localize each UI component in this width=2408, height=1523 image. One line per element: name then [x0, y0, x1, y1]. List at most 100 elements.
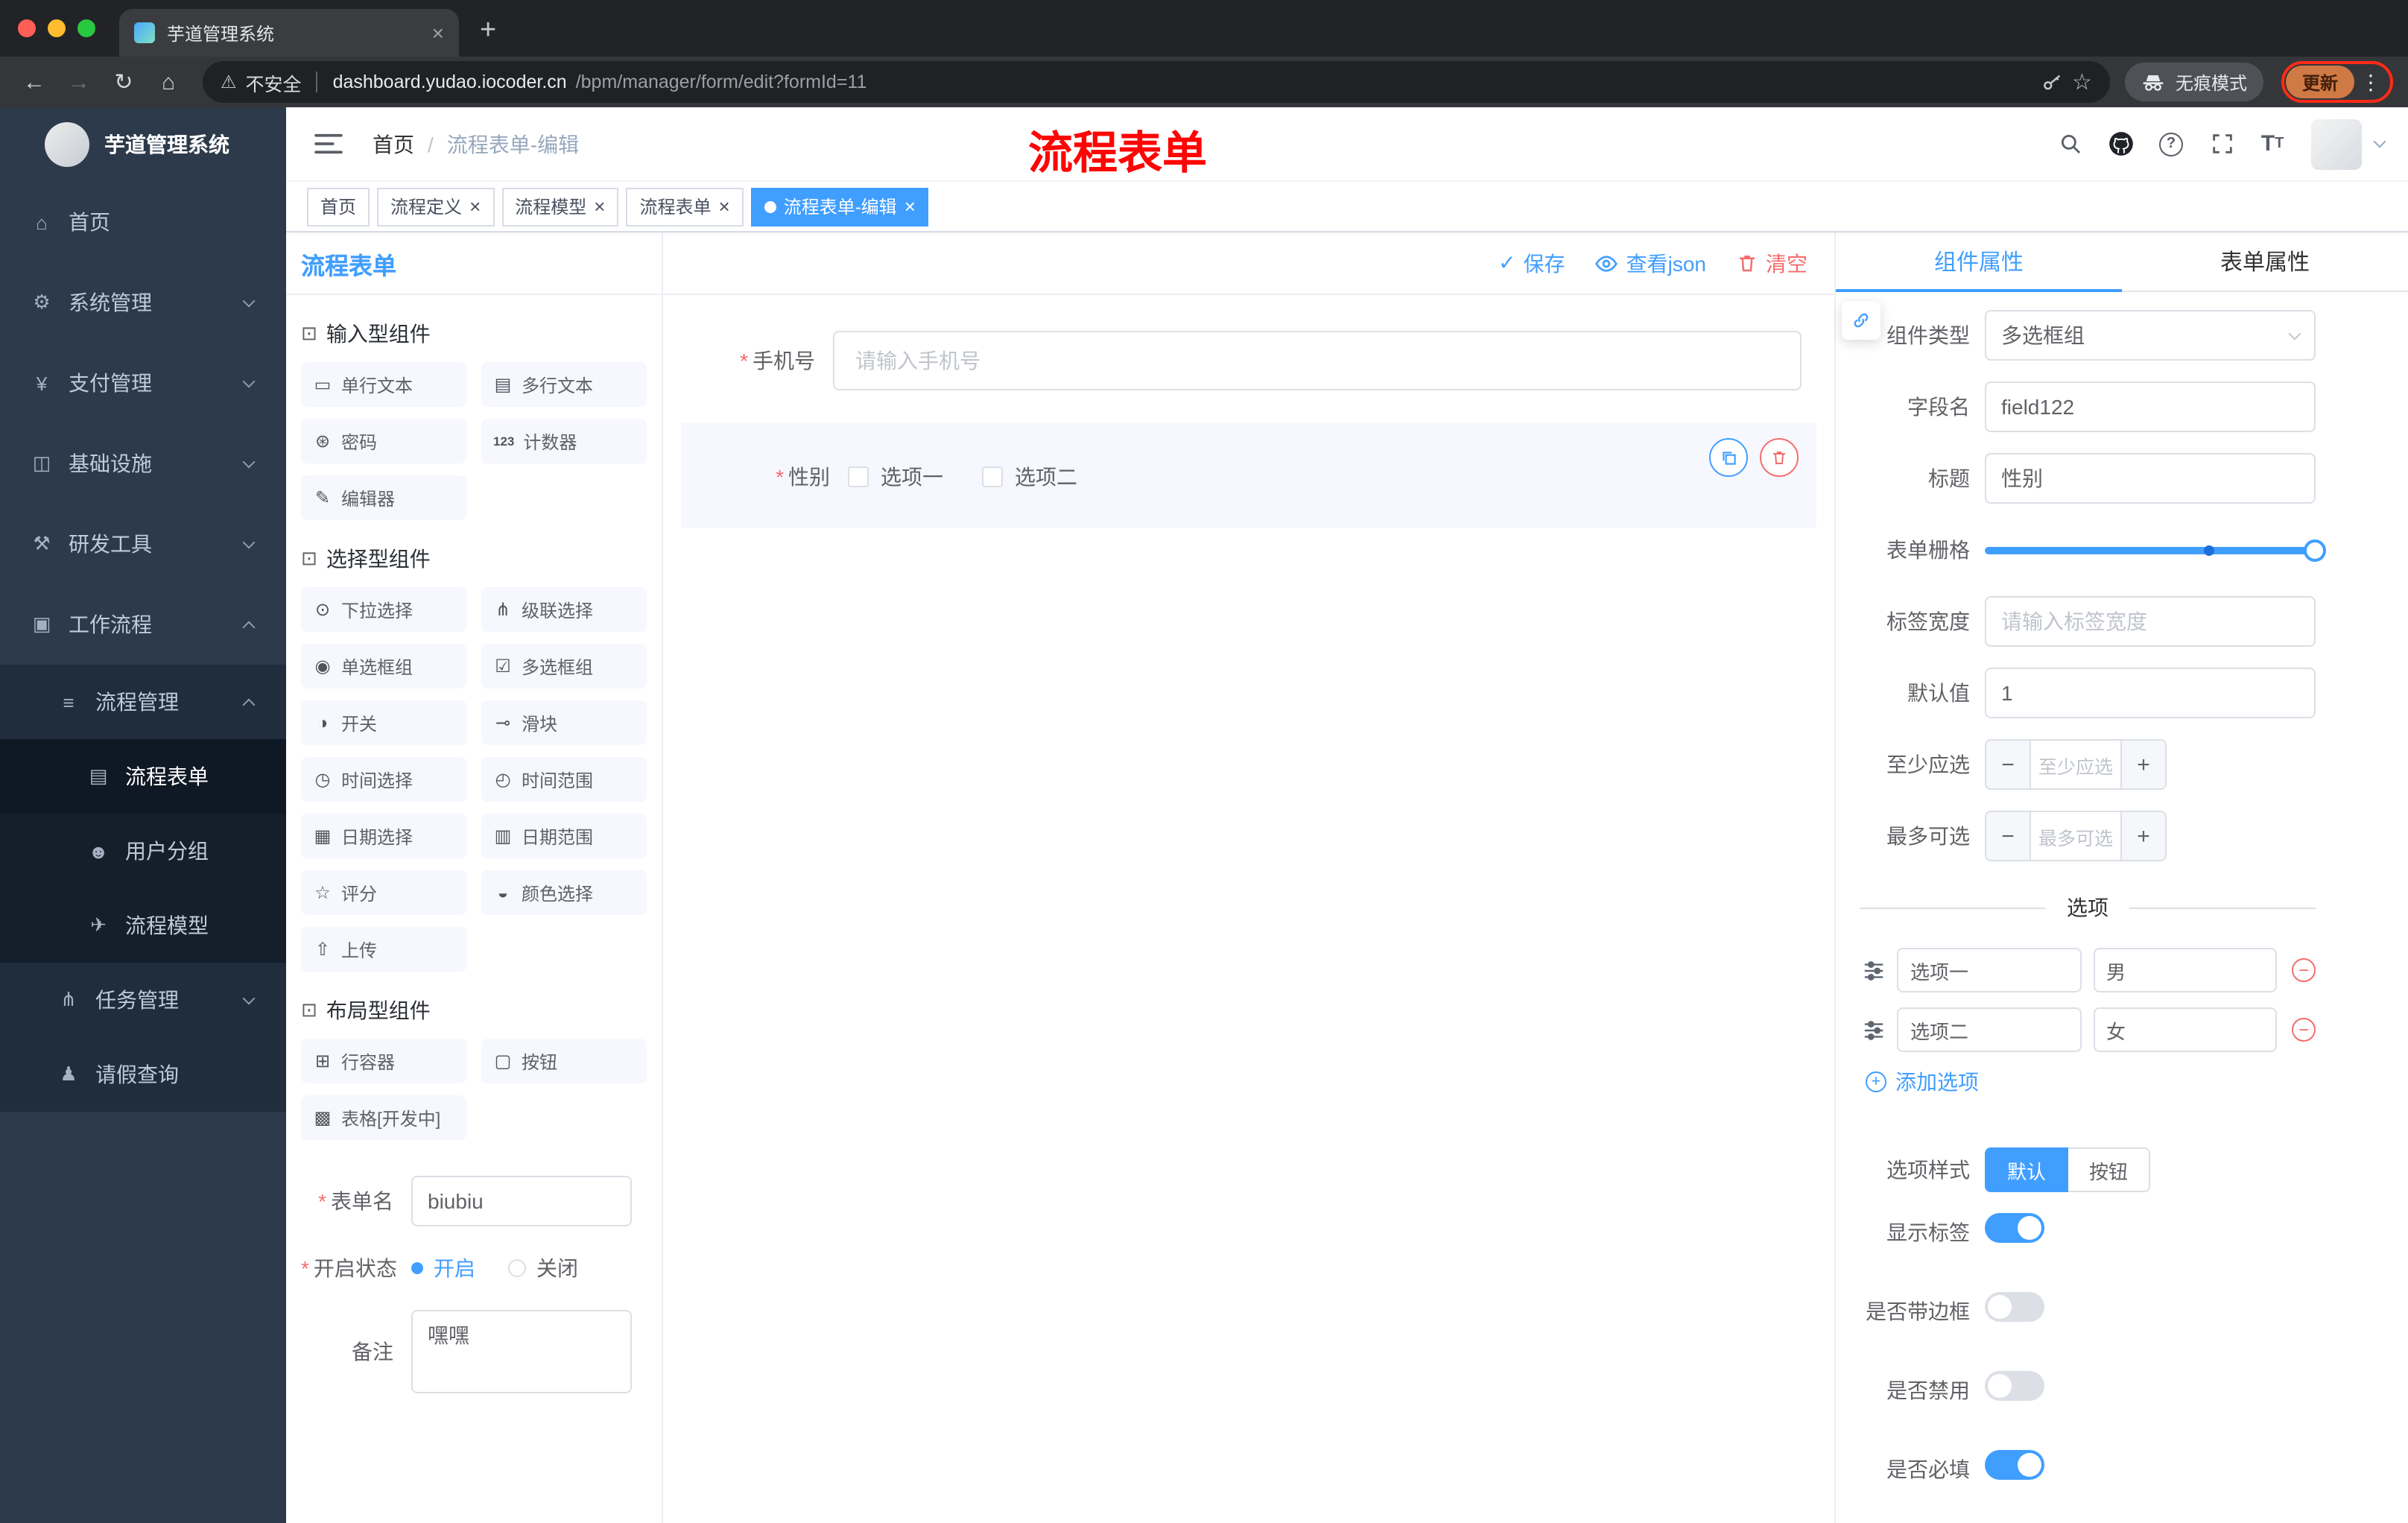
plus-button[interactable]: + — [2120, 812, 2165, 860]
sidebar-item-leave-query[interactable]: ♟ 请假查询 — [0, 1037, 286, 1112]
tag-4[interactable]: 流程表单-编辑 × — [750, 187, 929, 226]
slider-handle[interactable] — [2304, 539, 2326, 561]
add-option-button[interactable]: + 添加选项 — [1836, 1067, 2316, 1097]
palette-chip-0-0[interactable]: ▭ 单行文本 — [301, 362, 466, 407]
sidebar-item-devtools[interactable]: ⚒ 研发工具 — [0, 504, 286, 584]
palette-chip-1-4[interactable]: ◑ 开关 — [301, 700, 466, 745]
palette-chip-0-3[interactable]: 123 计数器 — [481, 419, 647, 463]
hamburger-icon[interactable] — [310, 126, 346, 162]
default-value-input[interactable] — [1985, 668, 2316, 718]
address-bar[interactable]: ⚠ 不安全 dashboard.yudao.iocoder.cn/bpm/man… — [203, 61, 2110, 103]
option-value-input[interactable] — [2093, 948, 2277, 992]
status-off-radio[interactable]: 关闭 — [508, 1253, 578, 1283]
password-key-icon[interactable] — [2041, 71, 2063, 93]
bookmark-star-icon[interactable]: ☆ — [2072, 69, 2092, 95]
help-icon[interactable]: ? — [2153, 126, 2189, 162]
new-tab-button[interactable]: + — [480, 15, 496, 48]
palette-chip-1-5[interactable]: ⊸ 滑块 — [481, 700, 647, 745]
search-icon[interactable] — [2052, 126, 2088, 162]
font-size-icon[interactable]: TT — [2255, 126, 2290, 162]
disabled-switch[interactable] — [1985, 1371, 2044, 1401]
drag-handle-icon[interactable] — [1863, 959, 1885, 981]
sidebar-item-process-mgmt[interactable]: ≡ 流程管理 — [0, 665, 286, 739]
view-json-button[interactable]: 查看json — [1595, 248, 1706, 278]
sidebar-item-process-form[interactable]: ▤ 流程表单 — [0, 739, 286, 814]
sidebar-item-system[interactable]: ⚙ 系统管理 — [0, 262, 286, 343]
sidebar-item-infra[interactable]: ◫ 基础设施 — [0, 423, 286, 504]
palette-chip-1-3[interactable]: ☑ 多选框组 — [481, 644, 647, 688]
tag-3[interactable]: 流程表单 × — [626, 187, 744, 226]
checkbox-option-1[interactable]: 选项二 — [982, 462, 1077, 492]
palette-chip-1-8[interactable]: ▦ 日期选择 — [301, 814, 466, 858]
browser-menu-icon[interactable]: ⋮ — [2357, 69, 2389, 95]
forward-icon[interactable]: → — [60, 69, 98, 95]
palette-chip-1-1[interactable]: ⋔ 级联选择 — [481, 587, 647, 632]
component-type-select[interactable]: 多选框组 — [1985, 310, 2316, 361]
option-value-input[interactable] — [2093, 1007, 2277, 1052]
sidebar-item-workflow[interactable]: ▣ 工作流程 — [0, 584, 286, 665]
clear-button[interactable]: 清空 — [1736, 248, 1807, 278]
tab-close-icon[interactable]: × — [432, 21, 444, 45]
show-label-switch[interactable] — [1985, 1213, 2044, 1243]
sidebar-item-process-model[interactable]: ✈ 流程模型 — [0, 888, 286, 963]
palette-chip-1-7[interactable]: ◴ 时间范围 — [481, 757, 647, 802]
link-icon[interactable] — [1842, 301, 1881, 340]
tag-close-icon[interactable]: × — [719, 197, 730, 216]
palette-chip-0-2[interactable]: ⊛ 密码 — [301, 419, 466, 463]
maximize-window-button[interactable] — [77, 19, 95, 37]
palette-chip-1-0[interactable]: ⊙ 下拉选择 — [301, 587, 466, 632]
form-remark-textarea[interactable] — [411, 1310, 632, 1393]
close-window-button[interactable] — [18, 19, 36, 37]
palette-chip-1-12[interactable]: ⇧ 上传 — [301, 927, 466, 972]
sidebar-item-user-group[interactable]: ☻ 用户分组 — [0, 814, 286, 888]
security-label[interactable]: 不安全 — [246, 68, 302, 96]
palette-chip-1-2[interactable]: ◉ 单选框组 — [301, 644, 466, 688]
palette-chip-2-2[interactable]: ▩ 表格[开发中] — [301, 1095, 466, 1140]
avatar[interactable] — [2311, 118, 2362, 169]
tag-0[interactable]: 首页 — [307, 187, 370, 226]
fullscreen-icon[interactable] — [2204, 126, 2240, 162]
sidebar-item-payment[interactable]: ¥ 支付管理 — [0, 343, 286, 423]
back-icon[interactable]: ← — [15, 69, 54, 95]
remove-option-icon[interactable]: − — [2292, 1018, 2316, 1042]
option-label-input[interactable] — [1897, 1007, 2081, 1052]
checkbox-option-0[interactable]: 选项一 — [848, 462, 943, 492]
palette-chip-0-1[interactable]: ▤ 多行文本 — [481, 362, 647, 407]
option-label-input[interactable] — [1897, 948, 2081, 992]
sidebar-item-home[interactable]: ⌂ 首页 — [0, 182, 286, 262]
grid-slider[interactable] — [1985, 525, 2326, 575]
field-name-input[interactable] — [1985, 381, 2316, 432]
breadcrumb-home[interactable]: 首页 — [373, 129, 414, 159]
phone-input[interactable] — [833, 331, 1802, 390]
status-on-radio[interactable]: 开启 — [411, 1253, 475, 1283]
selected-widget-gender[interactable]: 性别 选项一 选项二 — [681, 423, 1816, 528]
palette-chip-1-11[interactable]: ◒ 颜色选择 — [481, 870, 647, 915]
style-default-button[interactable]: 默认 — [1985, 1147, 2069, 1192]
required-switch[interactable] — [1985, 1450, 2044, 1480]
browser-home-icon[interactable]: ⌂ — [149, 69, 188, 95]
palette-chip-2-1[interactable]: ▢ 按钮 — [481, 1039, 647, 1083]
palette-chip-0-4[interactable]: ✎ 编辑器 — [301, 475, 466, 520]
minus-button[interactable]: − — [1986, 741, 2031, 788]
checkbox-icon[interactable] — [982, 466, 1003, 487]
drag-handle-icon[interactable] — [1863, 1019, 1885, 1041]
title-input[interactable] — [1985, 453, 2316, 504]
palette-chip-1-10[interactable]: ☆ 评分 — [301, 870, 466, 915]
save-button[interactable]: ✓ 保存 — [1498, 248, 1565, 278]
remove-option-icon[interactable]: − — [2292, 958, 2316, 982]
delete-widget-button[interactable] — [1760, 438, 1799, 477]
tag-close-icon[interactable]: × — [594, 197, 605, 216]
copy-widget-button[interactable] — [1709, 438, 1748, 477]
tag-1[interactable]: 流程定义 × — [377, 187, 495, 226]
reload-icon[interactable]: ↻ — [104, 69, 143, 95]
checkbox-icon[interactable] — [848, 466, 869, 487]
tag-close-icon[interactable]: × — [469, 197, 481, 216]
tab-form-props[interactable]: 表单属性 — [2122, 232, 2408, 291]
minimize-window-button[interactable] — [48, 19, 66, 37]
tab-component-props[interactable]: 组件属性 — [1836, 232, 2122, 292]
border-switch[interactable] — [1985, 1292, 2044, 1322]
palette-chip-1-6[interactable]: ◷ 时间选择 — [301, 757, 466, 802]
browser-tab[interactable]: 芋道管理系统 × — [119, 9, 459, 57]
palette-chip-1-9[interactable]: ▥ 日期范围 — [481, 814, 647, 858]
label-width-input[interactable] — [1985, 596, 2316, 647]
